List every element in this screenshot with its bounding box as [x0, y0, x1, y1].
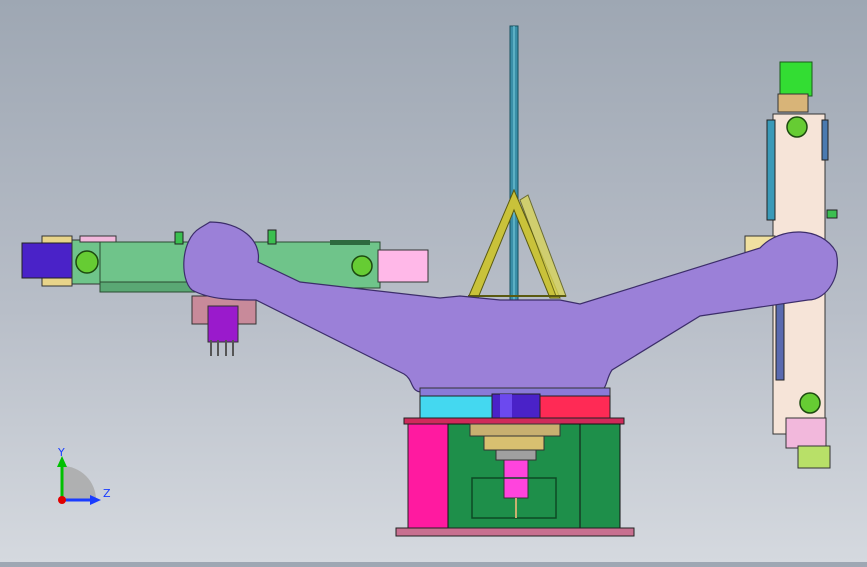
right-top-joint-circle: [786, 116, 808, 138]
left-joint-circle: [75, 250, 99, 274]
z-axis-label: Z: [103, 487, 111, 500]
turntable[interactable]: [419, 387, 611, 423]
robot-model-canvas[interactable]: Y Z: [0, 0, 867, 562]
y-axis-label: Y: [57, 446, 65, 459]
left-gripper[interactable]: [191, 295, 257, 356]
right-bottom-joint-circle: [799, 392, 821, 414]
left-link-joint-circle: [351, 255, 373, 277]
right-pink-block: [785, 417, 827, 449]
right-top-green-block: [779, 61, 813, 97]
base-housing[interactable]: [395, 417, 635, 537]
x-axis-dot: [58, 496, 66, 504]
axis-triad: Y Z: [57, 446, 111, 505]
cad-viewport[interactable]: Y Z: [0, 0, 867, 562]
central-mast[interactable]: [467, 25, 567, 301]
left-pink-block: [377, 249, 429, 283]
